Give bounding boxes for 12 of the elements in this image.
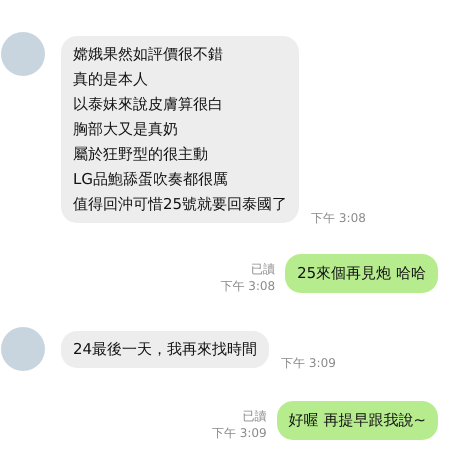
avatar <box>1 32 45 76</box>
message-time: 下午 3:08 <box>311 210 366 227</box>
message-bubble: 24最後一天，我再來找時間 <box>61 331 270 368</box>
read-receipt: 已讀 <box>242 408 267 425</box>
message-bubble: 好喔 再提早跟我說~ <box>276 401 438 440</box>
message-time: 下午 3:09 <box>212 425 267 442</box>
message-bubble: 嫦娥果然如評價很不錯 真的是本人 以泰妹來說皮膚算很白 胸部大又是真奶 屬於狂野型的很主動 LG品鮑舔蛋吹奏都很厲 值得回沖可惜25號就要回泰國了 <box>61 36 300 223</box>
read-receipt: 已讀 <box>251 261 276 278</box>
message-time: 下午 3:09 <box>281 355 336 372</box>
avatar <box>1 327 45 371</box>
message-bubble: 25來個再見炮 哈哈 <box>285 254 438 293</box>
message-time: 下午 3:08 <box>220 278 276 295</box>
